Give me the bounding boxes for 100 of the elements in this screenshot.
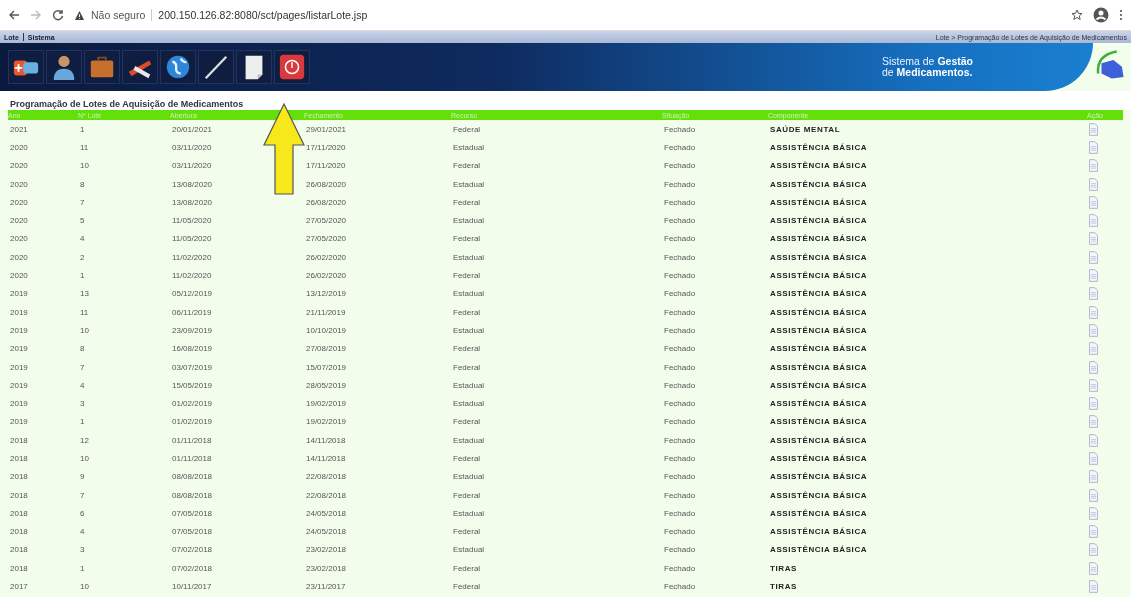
table-cell-text: ASSISTÊNCIA BÁSICA xyxy=(770,454,869,463)
table-cell-text: Federal xyxy=(453,490,482,500)
table-cell-text: ASSISTÊNCIA BÁSICA xyxy=(770,508,869,518)
table-cell-text: 3 xyxy=(80,545,86,555)
table-cell-text: Estadual xyxy=(453,545,486,555)
table-cell-text: 1 xyxy=(80,124,86,134)
tools-button[interactable] xyxy=(122,50,158,84)
account-icon[interactable] xyxy=(1093,7,1109,23)
table-cell-text: 7 xyxy=(80,490,86,500)
document-icon[interactable] xyxy=(1088,122,1098,136)
table-cell-text: 2018 xyxy=(10,563,29,573)
document-button[interactable] xyxy=(236,50,272,84)
table-cell-text: 12 xyxy=(80,435,90,445)
menu-icon[interactable] xyxy=(1119,9,1123,21)
table-cell-text: 29/01/2021 xyxy=(306,124,348,134)
table-cell-text: ASSISTÊNCIA BÁSICA xyxy=(770,289,869,299)
table-cell-text: ASSISTÊNCIA BÁSICA xyxy=(770,490,869,500)
table-cell-text: 9 xyxy=(80,472,86,482)
table-cell-text: 26/02/2020 xyxy=(306,271,348,280)
table-cell-text: 8 xyxy=(80,179,86,189)
document-icon[interactable] xyxy=(1088,287,1098,301)
table-cell-text: Estadual xyxy=(453,380,486,390)
document-icon[interactable] xyxy=(1088,470,1098,484)
document-icon[interactable] xyxy=(1088,378,1098,392)
table-cell-text: 2018 xyxy=(10,545,29,555)
table-cell-text: TIRAS xyxy=(770,582,798,592)
table-cell-text: Fechado xyxy=(664,307,697,317)
document-icon[interactable] xyxy=(1088,561,1098,575)
table-cell-text: Fechado xyxy=(664,289,697,299)
table-cell-text: 01/02/2019 xyxy=(172,399,214,409)
reload-icon[interactable] xyxy=(52,9,64,21)
document-icon[interactable] xyxy=(1088,250,1098,264)
table-cell-text: 07/02/2018 xyxy=(172,545,214,555)
table-cell-text: Estadual xyxy=(453,399,486,409)
pen-button[interactable] xyxy=(198,50,234,84)
table-cell-text: 2018 xyxy=(10,454,29,463)
table-cell-text: 20/01/2021 xyxy=(172,124,214,134)
person-button[interactable] xyxy=(46,50,82,84)
document-icon[interactable] xyxy=(1088,342,1098,356)
table-cell-text: 10/11/2017 xyxy=(172,582,213,592)
document-icon[interactable] xyxy=(1088,433,1098,447)
document-icon[interactable] xyxy=(1088,580,1098,594)
table-cell-text: 11 xyxy=(80,142,90,152)
back-icon[interactable] xyxy=(8,9,20,21)
document-icon[interactable] xyxy=(1088,488,1098,502)
table-cell-text: 07/05/2018 xyxy=(172,508,214,518)
document-icon[interactable] xyxy=(1088,232,1098,246)
table-cell-text: Fechado xyxy=(664,252,697,262)
table-cell-text: ASSISTÊNCIA BÁSICA xyxy=(770,399,869,409)
table-cell-text: 1 xyxy=(80,563,86,573)
document-icon[interactable] xyxy=(1088,452,1098,465)
table-cell-text: 2019 xyxy=(10,417,29,427)
briefcase-button[interactable] xyxy=(84,50,120,84)
table-cell-text: 4 xyxy=(80,380,86,390)
globe-button[interactable] xyxy=(160,50,196,84)
table-cell-text: ASSISTÊNCIA BÁSICA xyxy=(770,527,869,537)
url-text[interactable]: 200.150.126.82:8080/sct/pages/listarLote.jsp xyxy=(158,9,368,21)
document-icon[interactable] xyxy=(1088,177,1098,191)
table-cell-text: 5 xyxy=(80,216,86,226)
table-cell-text: Federal xyxy=(453,454,482,463)
table-cell-text: 03/11/2020 xyxy=(172,161,213,171)
table-cell-text: Estadual xyxy=(453,508,486,518)
power-button[interactable] xyxy=(274,50,310,84)
star-icon[interactable] xyxy=(1071,9,1083,21)
table-cell-text: 2020 xyxy=(10,179,29,189)
table-cell-text: Fechado xyxy=(664,142,697,152)
document-icon[interactable] xyxy=(1088,214,1098,228)
table-cell-text: Federal xyxy=(453,527,482,537)
table-cell-text: 14/11/2018 xyxy=(306,435,347,445)
table-cell-text: Fechado xyxy=(664,216,697,226)
pills-button[interactable] xyxy=(8,50,44,84)
document-icon[interactable] xyxy=(1088,195,1098,209)
table-cell-text: 11/05/2020 xyxy=(172,216,213,226)
document-icon[interactable] xyxy=(1088,543,1098,557)
table-cell-text: 4 xyxy=(80,527,86,537)
forward-icon[interactable] xyxy=(30,9,42,21)
table-cell-text: 2019 xyxy=(10,399,29,409)
table-cell-text: 8 xyxy=(80,344,86,354)
document-icon[interactable] xyxy=(1088,159,1098,173)
document-icon[interactable] xyxy=(1088,323,1098,337)
table-cell-text: Federal xyxy=(453,234,482,244)
table-cell-text: Fechado xyxy=(664,234,697,244)
table-cell-text: 2019 xyxy=(10,362,29,372)
table-cell-text: 4 xyxy=(80,234,86,244)
table-cell-text: ASSISTÊNCIA BÁSICA xyxy=(770,435,869,445)
document-icon[interactable] xyxy=(1088,397,1098,411)
table-cell-text: Fechado xyxy=(664,399,697,409)
table-cell-text: 01/11/2018 xyxy=(172,435,213,445)
document-icon[interactable] xyxy=(1088,506,1098,520)
table-cell-text: 03/11/2020 xyxy=(172,142,213,152)
document-icon[interactable] xyxy=(1088,415,1098,429)
document-icon[interactable] xyxy=(1088,269,1098,282)
page-title: Programação de Lotes de Aquisição de Medicamentos xyxy=(0,91,1131,110)
document-icon[interactable] xyxy=(1088,140,1098,154)
document-icon[interactable] xyxy=(1088,360,1098,374)
table-cell-text: Estadual xyxy=(453,325,486,335)
document-icon[interactable] xyxy=(1088,305,1098,319)
table-cell-text: 13/08/2020 xyxy=(172,179,214,189)
document-icon[interactable] xyxy=(1088,525,1098,539)
table-cell-text: Federal xyxy=(453,563,482,573)
